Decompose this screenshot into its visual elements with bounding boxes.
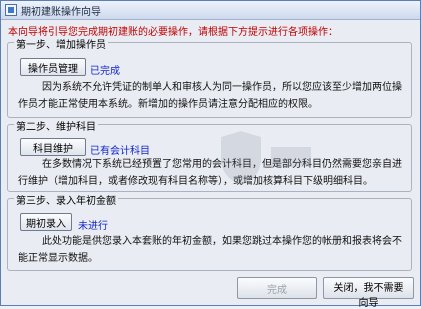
wizard-window: 期初建账操作向导 本向导将引导您完成期初建账的必要操作，请根据下方提示进行各项操… <box>0 0 421 309</box>
title-bar[interactable]: 期初建账操作向导 <box>1 1 420 20</box>
app-icon <box>5 4 17 16</box>
close-wizard-button[interactable]: 关闭，我不需要向导 <box>323 277 414 309</box>
step3-title: 第三步、录入年初金额 <box>14 192 118 207</box>
finish-button[interactable]: 完成 <box>237 277 317 299</box>
step2-title: 第二步、维护科目 <box>14 118 98 133</box>
step3-status: 未进行 <box>78 221 108 232</box>
step3-group: 第三步、录入年初金额 期初录入 未进行 此处功能是供您录入本套账的年初金额，如果… <box>7 192 412 271</box>
operator-manage-button[interactable]: 操作员管理 <box>20 58 86 76</box>
window-title: 期初建账操作向导 <box>21 6 101 18</box>
step1-title: 第一步、增加操作员 <box>14 36 108 51</box>
subject-maintain-button[interactable]: 科目维护 <box>20 138 86 156</box>
step2-status: 已有会计科目 <box>90 146 150 157</box>
step1-description: 因为系统不允许凭证的制单人和审核人为同一操作员，所以您应该至少增加两位操作员才能… <box>18 82 402 110</box>
step1-status: 已完成 <box>90 66 120 77</box>
step2-group: 第二步、维护科目 科目维护 已有会计科目 在多数情况下系统已经预置了您常用的会计… <box>7 118 412 192</box>
opening-balance-button[interactable]: 期初录入 <box>20 213 72 231</box>
step3-description: 此处功能是供您录入本套账的年初金额，如果您跳过本操作您的帐册和报表将会不能正常显… <box>18 236 402 264</box>
step2-description: 在多数情况下系统已经预置了您常用的会计科目，但是部分科目仍然需要您亲自进行维护（… <box>18 159 402 187</box>
step1-group: 第一步、增加操作员 操作员管理 已完成 因为系统不允许凭证的制单人和审核人为同一… <box>7 36 412 118</box>
